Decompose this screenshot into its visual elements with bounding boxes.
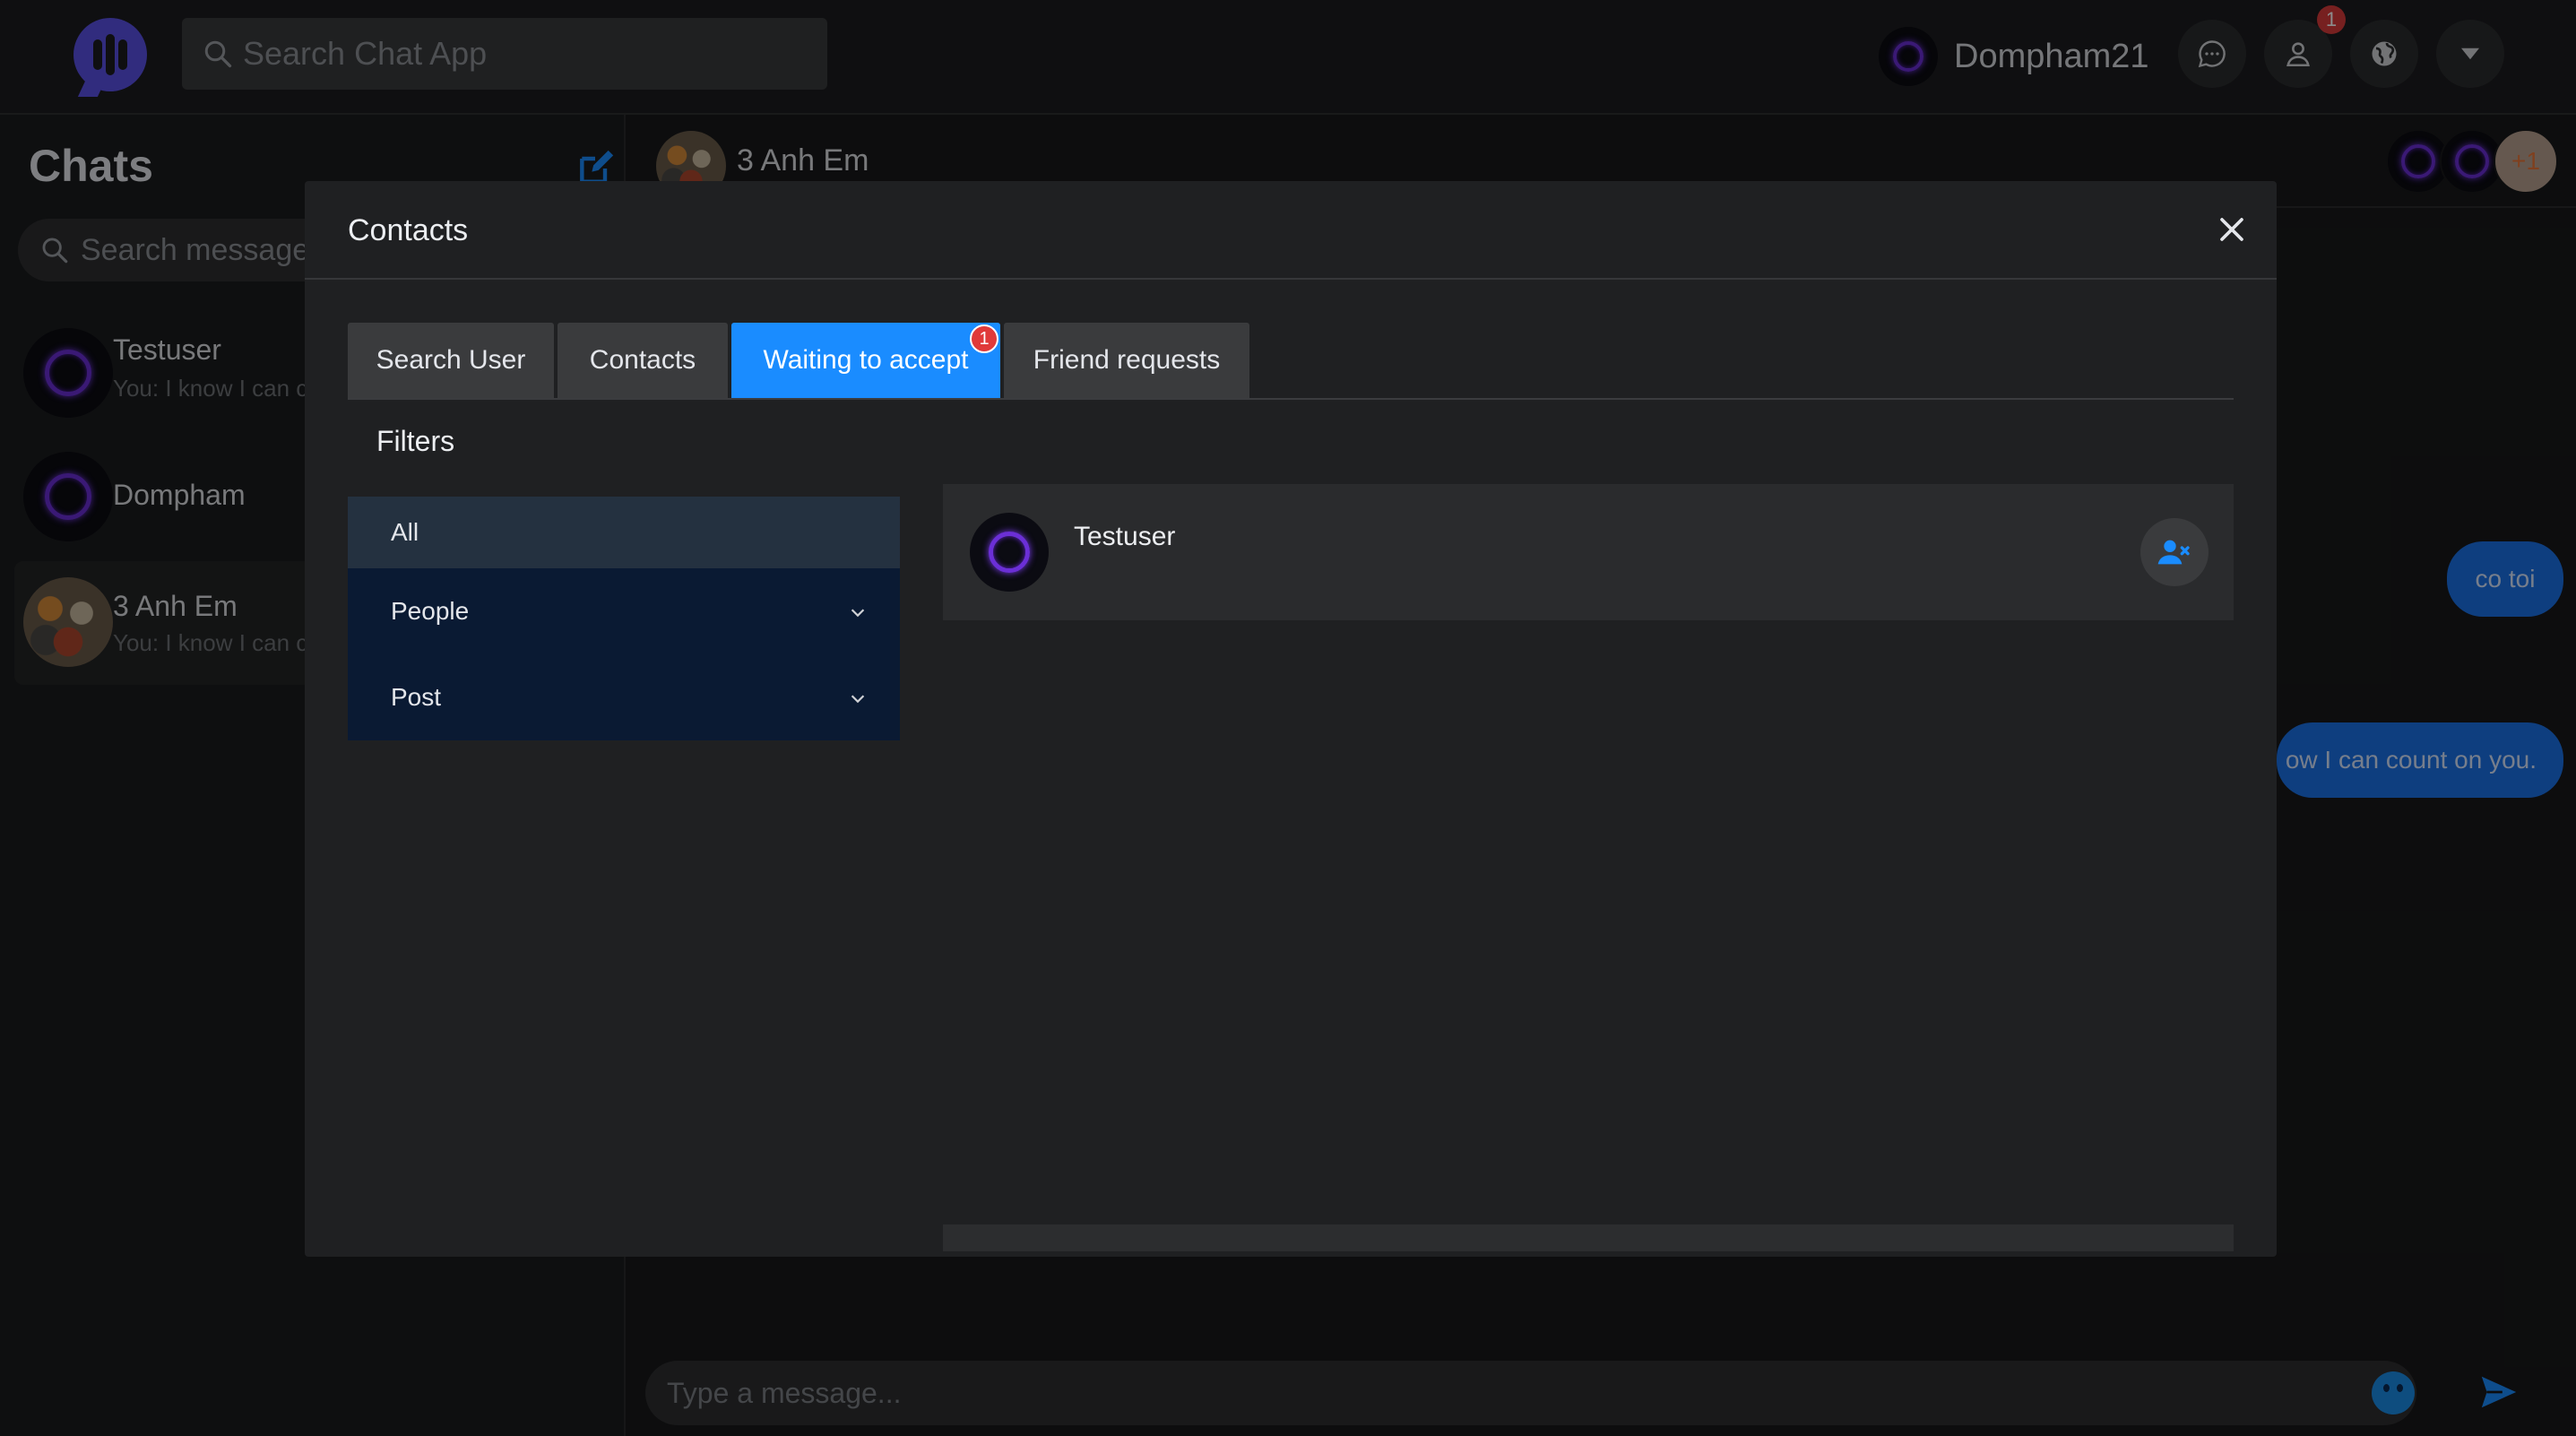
tab-waiting-to-accept[interactable]: Waiting to accept 1 <box>731 323 1000 398</box>
list-footer <box>943 1224 2234 1251</box>
modal-header: Contacts <box>305 181 2277 280</box>
tab-badge: 1 <box>970 324 998 353</box>
contacts-modal: Contacts Search User Contacts Waiting to… <box>305 181 2277 1257</box>
waiting-list: Testuser <box>943 484 2234 620</box>
modal-title: Contacts <box>348 213 469 247</box>
filter-all[interactable]: All <box>348 497 900 568</box>
filter-label: All <box>391 518 419 546</box>
contact-name: Testuser <box>1074 522 1176 551</box>
chevron-down-icon <box>851 695 865 704</box>
list-item[interactable]: Testuser <box>943 484 2234 620</box>
filter-post[interactable]: Post <box>348 654 900 740</box>
tab-contacts[interactable]: Contacts <box>558 323 728 398</box>
close-icon[interactable] <box>2212 210 2252 249</box>
filters-title: Filters <box>376 425 455 457</box>
tab-search-user[interactable]: Search User <box>348 323 554 398</box>
filter-label: Post <box>391 683 442 711</box>
filter-label: People <box>391 597 470 625</box>
tab-label: Waiting to accept <box>763 345 969 375</box>
user-remove-icon <box>2157 540 2190 565</box>
cancel-request-button[interactable] <box>2140 518 2209 586</box>
chevron-down-icon <box>851 609 865 618</box>
contacts-tabs: Search User Contacts Waiting to accept 1… <box>348 323 2234 400</box>
tab-friend-requests[interactable]: Friend requests <box>1004 323 1249 398</box>
filter-list: All People Post <box>348 497 900 740</box>
filter-people[interactable]: People <box>348 568 900 654</box>
avatar <box>970 513 1049 592</box>
